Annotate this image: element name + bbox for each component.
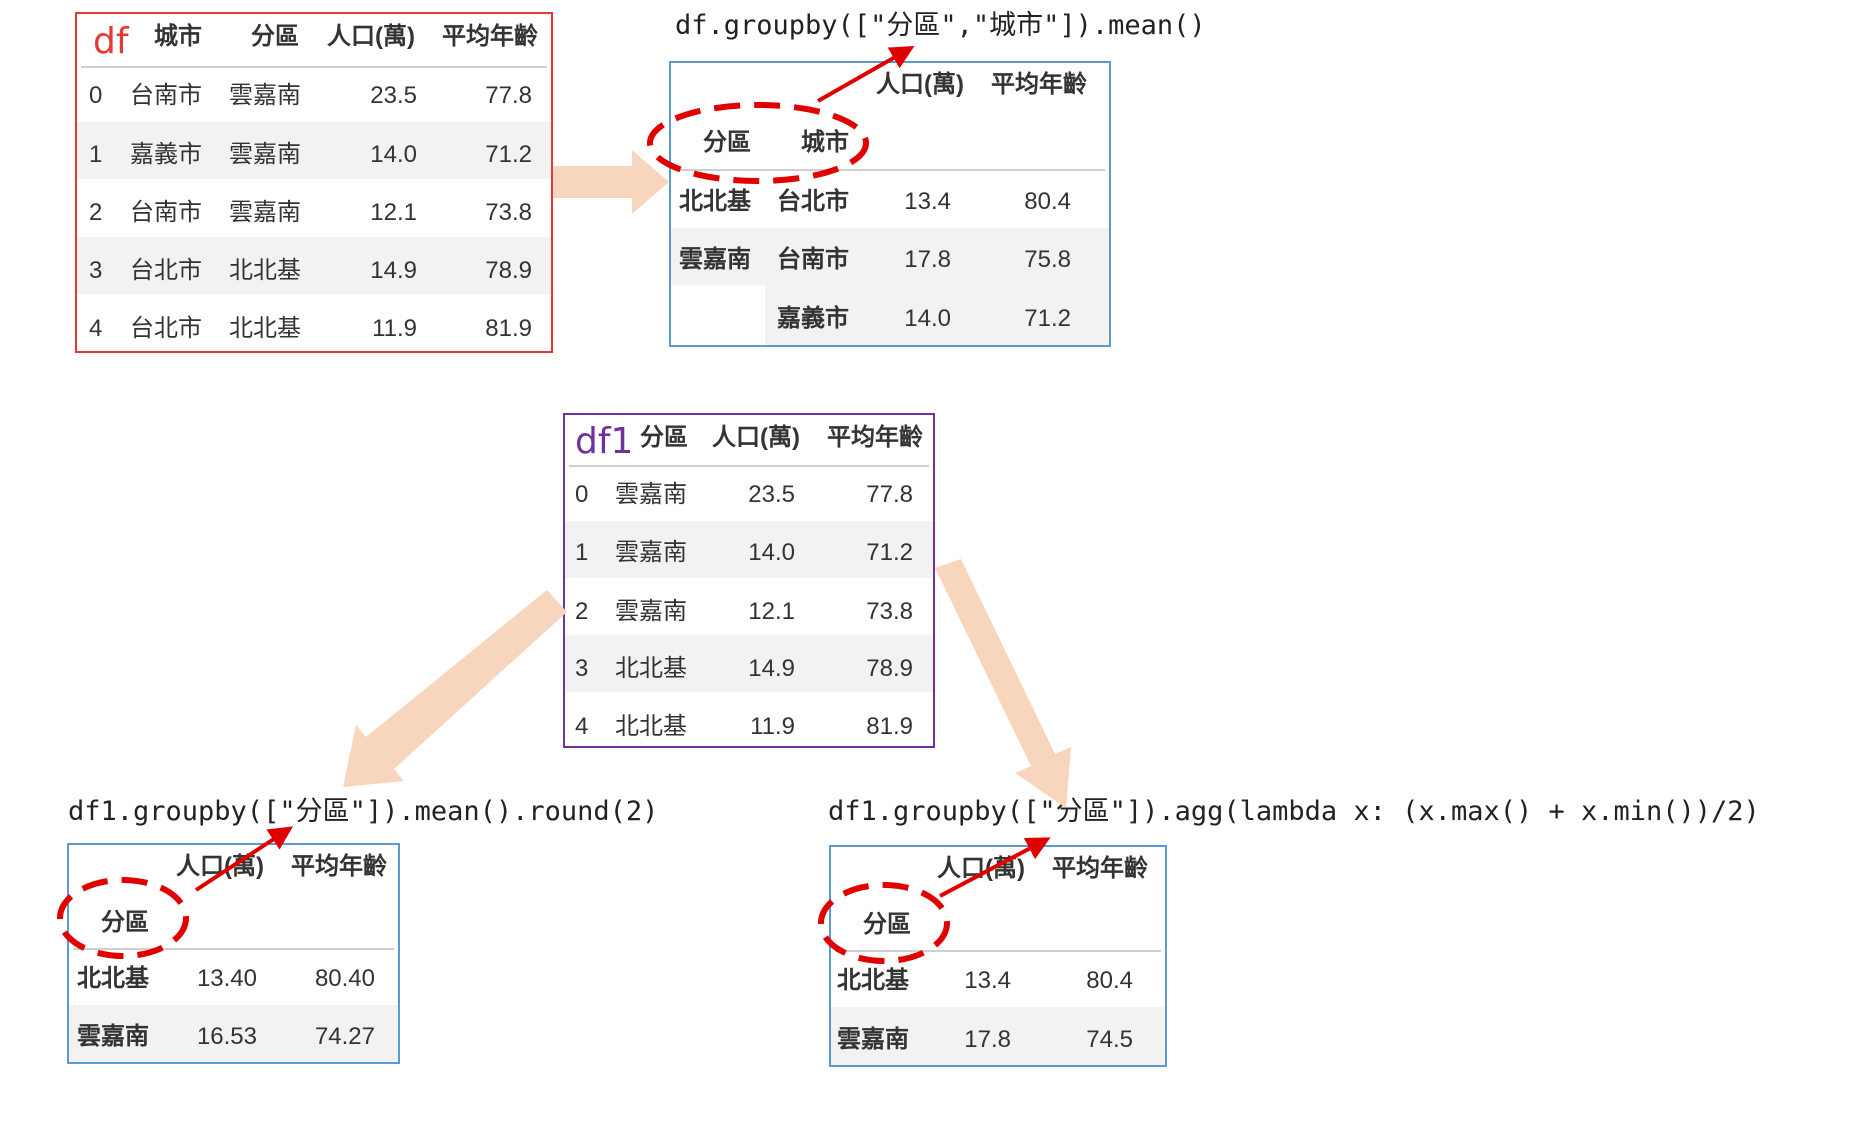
pointer-arrow bbox=[939, 837, 1051, 898]
flow-arrow-down-right bbox=[935, 559, 1071, 808]
highlight-ellipse-district-city bbox=[647, 102, 869, 184]
pointer-arrow bbox=[194, 826, 294, 892]
highlight-ellipse-district bbox=[57, 877, 189, 959]
highlight-ellipse-district bbox=[818, 882, 950, 964]
flow-arrow-down-left bbox=[343, 590, 567, 787]
flow-arrow-right bbox=[553, 150, 669, 214]
pointer-arrow bbox=[817, 46, 915, 103]
diagram-overlay bbox=[57, 46, 1071, 964]
